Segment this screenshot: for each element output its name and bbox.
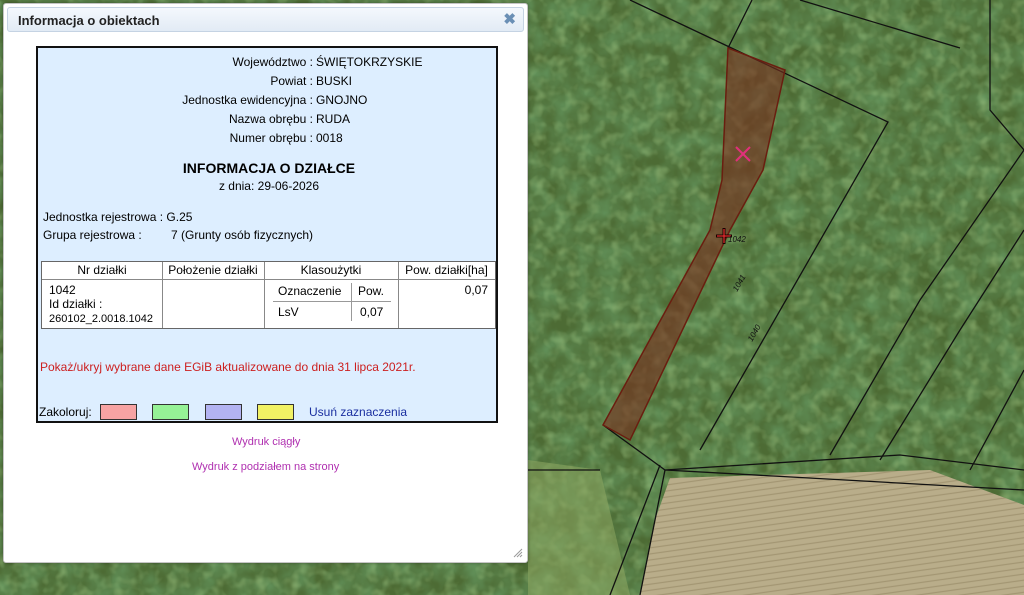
parcel-info-date: z dnia: 29-06-2026 [218,179,320,193]
color-swatch-green[interactable] [152,404,189,420]
nazwa-obrebu-value: RUDA [316,112,351,126]
jednostka-label: Jednostka ewidencyjna : [182,93,313,107]
sub-header-oznaczenie: Oznaczenie [278,284,342,298]
sub-header-pow: Pow. [358,284,385,298]
resize-grip-icon[interactable] [513,548,523,558]
color-swatch-yellow[interactable] [257,404,294,420]
id-dzialki-value: 260102_2.0018.1042 [49,313,153,325]
wojewodztwo-value: ŚWIĘTOKRZYSKIE [316,55,423,69]
col-header-pow-dzialki: Pow. działki[ha] [398,262,495,280]
meadow-field [640,470,1024,595]
jednostka-row: Jednostka ewidencyjna : GNOJNO [38,93,500,111]
close-icon[interactable]: ✖ [503,10,516,28]
dialog-title: Informacja o obiektach [18,13,160,28]
grupa-rejestrowa-row: Grupa rejestrowa : 7 (Grunty osób fizycz… [43,228,313,242]
numer-obrebu-row: Numer obrębu : 0018 [38,131,500,149]
numer-obrebu-value: 0018 [316,131,343,145]
parcel-info-heading: INFORMACJA O DZIAŁCE [182,160,356,176]
table-divider [162,262,163,328]
powiat-value: BUSKI [316,74,353,88]
parcel-table: Nr działki Położenie działki Klasoużytki… [41,261,496,329]
print-continuous-link[interactable]: Wydruk ciągły [232,436,300,448]
color-swatch-red[interactable] [100,404,137,420]
wojewodztwo-label: Województwo : [232,55,313,69]
color-swatch-blue[interactable] [205,404,242,420]
nazwa-obrebu-label: Nazwa obrębu : [228,112,313,126]
oznaczenie-value: LsV [278,305,299,319]
parcel-label-1042: 1042 [728,235,746,244]
nazwa-obrebu-row: Nazwa obrębu : RUDA [38,112,500,130]
show-hide-egib-link[interactable]: Pokaż/ukryj wybrane dane EGiB aktualizow… [40,360,416,374]
jednostka-value: GNOJNO [316,93,368,107]
col-header-klasouzytki: Klasoużytki [264,262,398,280]
table-divider [398,262,399,328]
print-paged-link[interactable]: Wydruk z podziałem na strony [192,461,339,473]
subtable-divider [273,301,391,302]
numer-obrebu-label: Numer obrębu : [229,131,313,145]
grupa-rejestrowa-value: 7 (Grunty osób fizycznych) [171,228,314,242]
jednostka-rejestrowa-row: Jednostka rejestrowa : G.25 [43,210,192,224]
powiat-label: Powiat : [270,74,313,88]
jednostka-rejestrowa-label: Jednostka rejestrowa : [43,210,164,224]
table-divider [264,262,265,328]
clear-selection-link[interactable]: Usuń zaznaczenia [309,405,407,419]
grupa-rejestrowa-label: Grupa rejestrowa : [43,228,142,242]
col-header-nr-dzialki: Nr działki [42,262,162,280]
dialog-titlebar[interactable]: Informacja o obiektach ✖ [7,7,524,32]
wojewodztwo-row: Województwo : ŚWIĘTOKRZYSKIE [38,55,500,73]
object-info-dialog: Informacja o obiektach ✖ Województwo : Ś… [3,3,528,563]
pow-klasouzytku-value: 0,07 [360,305,384,319]
id-dzialki-label: Id działki : [49,297,103,311]
jednostka-rejestrowa-value: G.25 [166,210,193,224]
pow-dzialki-value: 0,07 [464,283,488,297]
powiat-row: Powiat : BUSKI [38,74,500,92]
col-header-polozenie: Położenie działki [162,262,264,280]
parcel-info-panel: Województwo : ŚWIĘTOKRZYSKIE Powiat : BU… [36,46,498,423]
subtable-divider [351,283,352,321]
colorize-label: Zakoloruj: [39,405,92,419]
nr-dzialki-value: 1042 [49,283,76,297]
